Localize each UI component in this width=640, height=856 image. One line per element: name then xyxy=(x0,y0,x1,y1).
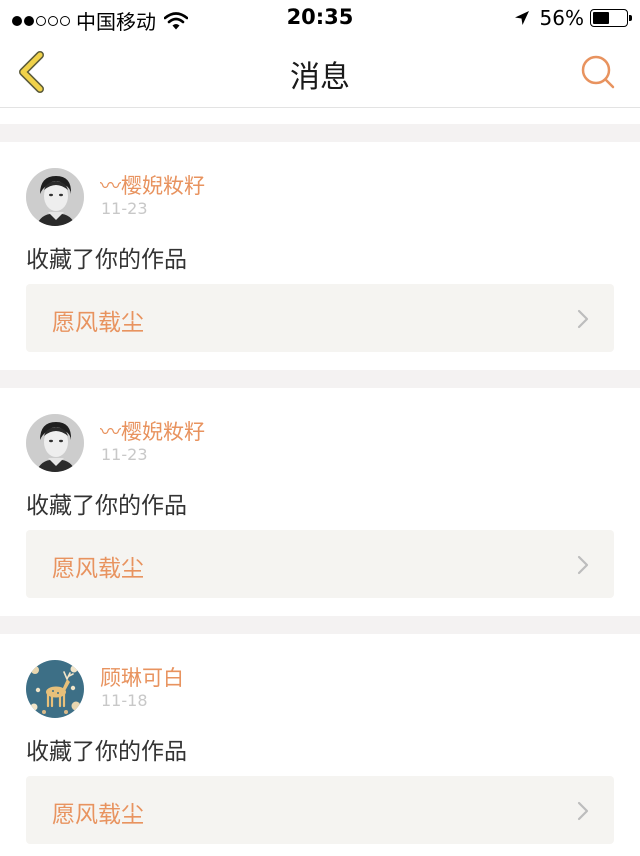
message-action-text: 收藏了你的作品 xyxy=(26,247,187,273)
chevron-right-icon xyxy=(577,309,589,329)
work-title: 愿风载尘 xyxy=(52,310,144,336)
avatar[interactable] xyxy=(26,414,84,472)
work-link[interactable]: 愿风载尘 xyxy=(26,530,614,598)
status-bar-right: 56% xyxy=(514,6,632,30)
work-title: 愿风载尘 xyxy=(52,802,144,828)
section-divider xyxy=(0,370,640,388)
message-action-text: 收藏了你的作品 xyxy=(26,493,187,519)
battery-icon xyxy=(590,9,632,27)
message-card: 〰樱婗籹籽 11-23 收藏了你的作品 愿风载尘 xyxy=(0,142,640,370)
section-divider xyxy=(0,124,640,142)
message-card: 顾琳可白 11-18 收藏了你的作品 愿风载尘 xyxy=(0,634,640,856)
avatar[interactable] xyxy=(26,660,84,718)
section-divider xyxy=(0,616,640,634)
search-icon[interactable] xyxy=(578,52,618,92)
deer-pattern-avatar-icon xyxy=(26,660,84,718)
chevron-right-icon xyxy=(577,801,589,821)
portrait-avatar-icon xyxy=(26,414,84,472)
work-link[interactable]: 愿风载尘 xyxy=(26,776,614,844)
message-card: 〰樱婗籹籽 11-23 收藏了你的作品 愿风载尘 xyxy=(0,388,640,616)
location-arrow-icon xyxy=(514,11,529,25)
message-action-text: 收藏了你的作品 xyxy=(26,739,187,765)
battery-percent: 56% xyxy=(539,6,584,30)
status-bar: 中国移动 20:35 56% xyxy=(0,0,640,36)
nav-bar: 消息 xyxy=(0,36,640,108)
battery-level xyxy=(593,12,610,24)
page-title: 消息 xyxy=(290,60,350,95)
username[interactable]: 〰樱婗籹籽 xyxy=(100,170,205,200)
username[interactable]: 顾琳可白 xyxy=(100,662,184,692)
portrait-avatar-icon xyxy=(26,168,84,226)
work-title: 愿风载尘 xyxy=(52,556,144,582)
work-link[interactable]: 愿风载尘 xyxy=(26,284,614,352)
message-date: 11-23 xyxy=(101,199,148,218)
message-date: 11-18 xyxy=(101,691,148,710)
message-date: 11-23 xyxy=(101,445,148,464)
avatar[interactable] xyxy=(26,168,84,226)
username[interactable]: 〰樱婗籹籽 xyxy=(100,416,205,446)
chevron-right-icon xyxy=(577,555,589,575)
